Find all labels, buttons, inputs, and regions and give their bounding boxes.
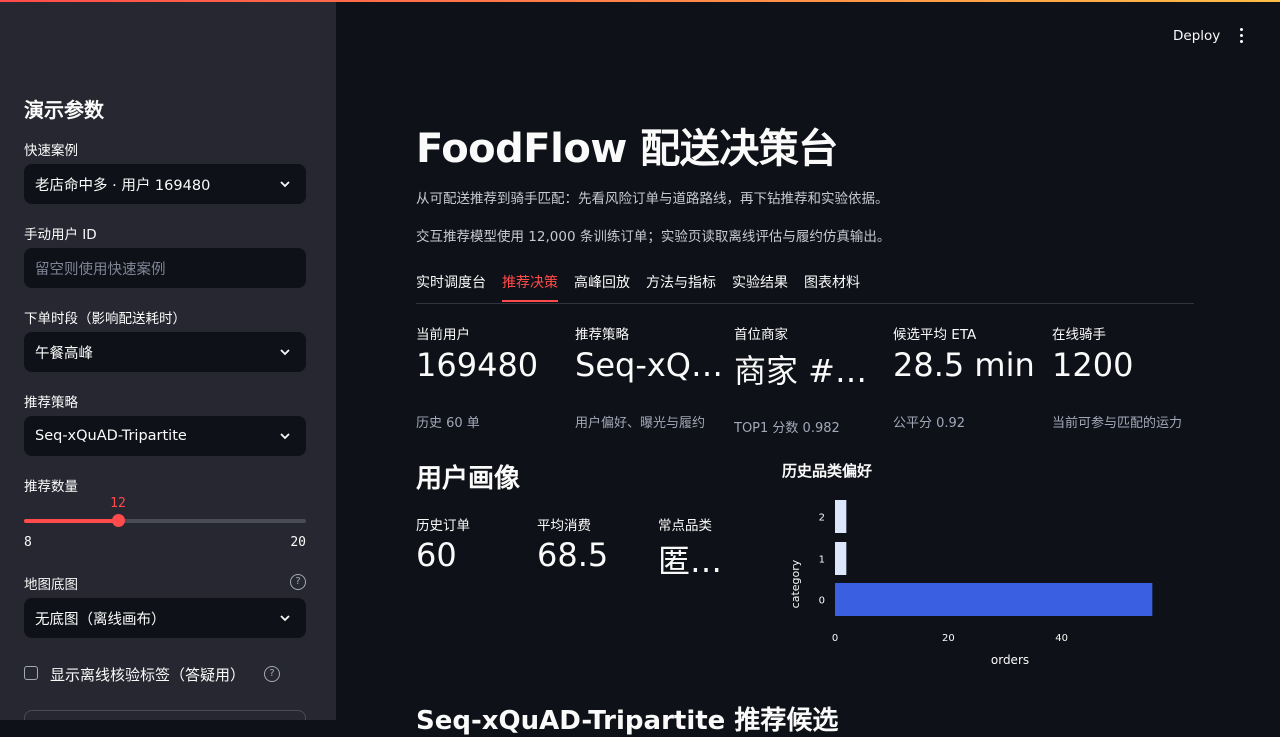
page-title: FoodFlow 配送决策台 <box>416 126 838 172</box>
profile-metric-label: 常点品类 <box>658 518 712 534</box>
chart-x-axis-label: orders <box>991 653 1029 667</box>
tab-recommendation[interactable]: 推荐决策 <box>502 272 558 292</box>
rec-count-value: 12 <box>110 496 126 511</box>
slider-fill <box>24 519 118 523</box>
chevron-down-icon <box>280 433 290 440</box>
order-time-value: 午餐高峰 <box>35 345 93 362</box>
slider-max: 20 <box>290 535 306 550</box>
metric-label: 当前用户 <box>416 327 470 343</box>
slider-thumb[interactable] <box>111 514 125 527</box>
sidebar-title: 演示参数 <box>24 98 104 122</box>
metric-value: 169480 <box>416 346 539 384</box>
more-menu-icon[interactable] <box>1238 28 1246 44</box>
profile-metric-label: 历史订单 <box>416 518 470 534</box>
basemap-value: 无底图（离线画布） <box>35 611 166 628</box>
chart-title: 历史品类偏好 <box>782 462 873 480</box>
tab-peak-replay[interactable]: 高峰回放 <box>574 272 630 292</box>
category-preference-chart: category orders 2 1 0 0 20 40 <box>789 500 1153 667</box>
deploy-button[interactable]: Deploy <box>1173 28 1220 44</box>
metric-value: 1200 <box>1052 346 1134 384</box>
profile-metric-label: 平均消费 <box>537 518 591 534</box>
rec-count-label: 推荐数量 <box>24 479 78 495</box>
tab-bar: 实时调度台 推荐决策 高峰回放 方法与指标 实验结果 图表材料 <box>416 270 1194 304</box>
chart-x-tick-label: 0 <box>832 633 838 644</box>
metric-label: 推荐策略 <box>575 327 629 343</box>
page-caption-secondary: 交互推荐模型使用 12,000 条训练订单；实验页读取离线评估与履约仿真输出。 <box>416 229 891 245</box>
help-icon[interactable]: ? <box>264 666 280 682</box>
strategy-value: Seq-xQuAD-Tripartite <box>35 428 187 444</box>
chart-bar <box>835 542 847 575</box>
metric-delta: 用户偏好、曝光与履约 <box>575 416 706 431</box>
chart-bar <box>835 583 1153 616</box>
chevron-down-icon <box>280 615 290 622</box>
order-time-select[interactable]: 午餐高峰 <box>24 332 306 372</box>
metric-delta: 历史 60 单 <box>416 416 480 431</box>
debug-checkbox-label: 显示离线核验标签（答疑用） <box>50 666 246 684</box>
order-time-label: 下单时段（影响配送耗时） <box>24 311 186 327</box>
quick-case-label: 快速案例 <box>24 143 78 159</box>
chart-x-tick-label: 40 <box>1055 633 1068 644</box>
rec-count-slider[interactable] <box>24 514 306 527</box>
sidebar-bottom-button[interactable] <box>24 710 306 720</box>
chart-x-tick-label: 20 <box>942 633 955 644</box>
basemap-label: 地图底图 <box>24 577 78 593</box>
profile-metric-value: 68.5 <box>537 536 609 574</box>
quick-case-select[interactable]: 老店命中多 · 用户 169480 <box>24 164 306 204</box>
manual-user-placeholder: 留空则使用快速案例 <box>35 261 166 278</box>
profile-metric-value: 60 <box>416 536 457 574</box>
sidebar: 演示参数 快速案例 老店命中多 · 用户 169480 手动用户 ID 留空则使… <box>0 0 336 720</box>
chevron-down-icon <box>280 181 290 188</box>
metric-label: 候选平均 ETA <box>893 327 977 343</box>
page-caption: 从可配送推荐到骑手匹配：先看风险订单与道路路线，再下钻推荐和实验依据。 <box>416 191 889 207</box>
quick-case-value: 老店命中多 · 用户 169480 <box>35 177 211 194</box>
profile-metric-value: 匿… <box>658 542 723 580</box>
basemap-select[interactable]: 无底图（离线画布） <box>24 598 306 638</box>
metric-delta: 公平分 0.92 <box>893 416 966 431</box>
chart-y-tick-label: 0 <box>819 596 825 607</box>
manual-user-label: 手动用户 ID <box>24 227 97 243</box>
tab-methods[interactable]: 方法与指标 <box>646 272 716 292</box>
help-icon[interactable]: ? <box>290 574 306 590</box>
metric-value: 商家 #… <box>734 352 867 390</box>
tab-realtime[interactable]: 实时调度台 <box>416 272 486 292</box>
active-tab-indicator <box>502 300 558 302</box>
manual-user-input[interactable]: 留空则使用快速案例 <box>24 248 306 288</box>
chart-bar <box>835 500 847 533</box>
debug-checkbox[interactable] <box>24 666 38 680</box>
profile-section-title: 用户画像 <box>416 464 521 494</box>
metric-value: 28.5 min <box>893 346 1035 384</box>
chart-y-axis-label: category <box>789 559 802 608</box>
top-decoration-bar <box>0 0 1280 2</box>
metric-label: 首位商家 <box>734 327 788 343</box>
tab-figures[interactable]: 图表材料 <box>804 272 860 292</box>
metric-value: Seq-xQ… <box>575 346 723 384</box>
metric-delta: TOP1 分数 0.982 <box>734 421 840 436</box>
metric-delta: 当前可参与匹配的运力 <box>1052 416 1183 431</box>
chart-y-tick-label: 1 <box>819 555 825 566</box>
tab-results[interactable]: 实验结果 <box>732 272 788 292</box>
metric-label: 在线骑手 <box>1052 327 1106 343</box>
candidates-section-title: Seq-xQuAD-Tripartite 推荐候选 <box>416 706 839 736</box>
strategy-label: 推荐策略 <box>24 395 78 411</box>
slider-min: 8 <box>24 535 32 550</box>
chart-y-tick-label: 2 <box>819 513 825 524</box>
strategy-select[interactable]: Seq-xQuAD-Tripartite <box>24 416 306 456</box>
chevron-down-icon <box>280 349 290 356</box>
